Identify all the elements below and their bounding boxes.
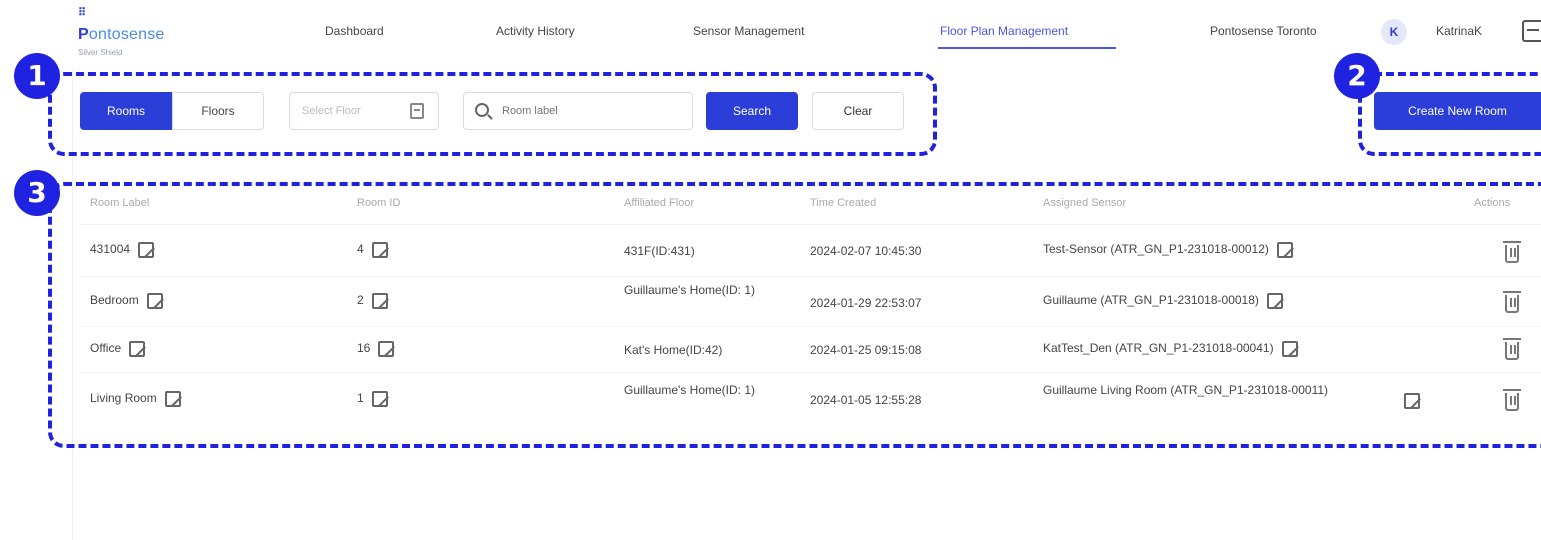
- nav-floor-plan-management[interactable]: Floor Plan Management: [940, 24, 1068, 38]
- callout-box-1: [48, 72, 937, 156]
- pontosense-logo[interactable]: ⠿ Pontosense Silver Shield: [78, 7, 228, 58]
- nav-sensor-management[interactable]: Sensor Management: [693, 24, 804, 38]
- nav-dashboard[interactable]: Dashboard: [325, 24, 384, 38]
- logo-mark-icon: ⠿: [78, 7, 87, 19]
- logout-icon[interactable]: [1522, 20, 1541, 42]
- logo-first-letter: P: [78, 26, 89, 43]
- top-navigation: ⠿ Pontosense Silver Shield Dashboard Act…: [0, 0, 1541, 62]
- logo-subtitle: Silver Shield: [78, 48, 123, 57]
- nav-activity-history[interactable]: Activity History: [496, 24, 575, 38]
- callout-box-3: [48, 182, 1541, 448]
- logo-name: Pontosense: [78, 26, 165, 44]
- organization-name[interactable]: Pontosense Toronto: [1210, 24, 1317, 38]
- callout-badge-3: 3: [14, 170, 60, 216]
- username[interactable]: KatrinaK: [1436, 24, 1482, 38]
- callout-box-2: [1358, 72, 1541, 156]
- logo-rest: ontosense: [88, 26, 165, 43]
- active-nav-underline: [938, 47, 1116, 49]
- callout-badge-1: 1: [14, 53, 60, 99]
- callout-badge-2: 2: [1334, 53, 1380, 99]
- avatar[interactable]: K: [1381, 19, 1407, 45]
